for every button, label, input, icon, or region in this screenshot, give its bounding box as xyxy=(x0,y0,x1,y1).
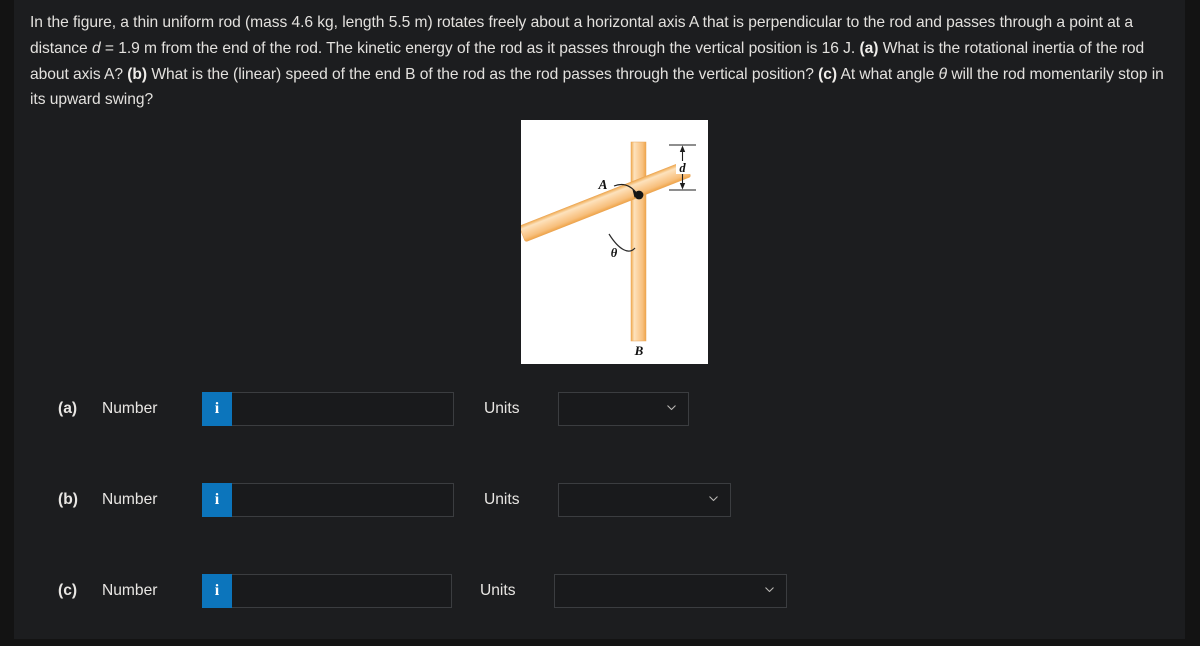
problem-line-4-b: At what angle xyxy=(837,65,939,83)
part-marker-c: (c) xyxy=(818,65,838,83)
rod-vertical xyxy=(630,141,647,342)
answer-row-b: (b) Number i Units xyxy=(14,480,731,520)
number-input-group-b: i xyxy=(202,483,454,517)
part-marker-b: (b) xyxy=(127,65,148,83)
label-end-B: B xyxy=(634,343,644,358)
number-input-group-a: i xyxy=(202,392,454,426)
info-icon[interactable]: i xyxy=(202,483,232,517)
problem-line-3-c: What is the (linear) speed of the end B … xyxy=(147,65,559,83)
answer-row-a: (a) Number i Units xyxy=(14,389,689,429)
answer-row-c: (c) Number i Units xyxy=(14,571,787,611)
label-axis-A: A xyxy=(597,177,607,192)
problem-line-4-a: passes through the vertical position? xyxy=(562,65,819,83)
number-label-b: Number xyxy=(102,491,158,508)
problem-line-1: In the figure, a thin uniform rod (mass … xyxy=(30,14,942,31)
chevron-down-icon xyxy=(708,493,719,504)
number-input-a[interactable] xyxy=(232,392,454,426)
number-input-b[interactable] xyxy=(232,483,454,517)
label-distance-d: d xyxy=(679,161,686,175)
problem-line-2-b: = 1.9 m from the end of the rod. The kin… xyxy=(100,39,745,57)
part-label-a: (a) xyxy=(58,400,78,417)
info-icon[interactable]: i xyxy=(202,392,232,426)
figure-diagram: A θ B d xyxy=(521,120,708,364)
units-label-c: Units xyxy=(480,582,516,599)
label-angle-theta: θ xyxy=(611,246,618,260)
info-icon[interactable]: i xyxy=(202,574,232,608)
chevron-down-icon xyxy=(666,402,677,413)
variable-theta: θ xyxy=(938,65,948,83)
problem-line-3-a: position is 16 J. xyxy=(748,39,860,57)
figure-rotating-rod: A θ B d xyxy=(521,120,708,364)
part-label-c: (c) xyxy=(58,582,78,599)
part-marker-a: (a) xyxy=(859,39,879,57)
units-label-b: Units xyxy=(484,491,520,508)
number-label-c: Number xyxy=(102,582,158,599)
units-select-a[interactable] xyxy=(558,392,689,426)
number-input-c[interactable] xyxy=(232,574,452,608)
content-area: In the figure, a thin uniform rod (mass … xyxy=(14,0,1185,639)
part-label-b: (b) xyxy=(58,491,78,508)
variable-d: d xyxy=(91,39,101,57)
number-input-group-c: i xyxy=(202,574,452,608)
page-root: In the figure, a thin uniform rod (mass … xyxy=(0,0,1200,646)
number-label-a: Number xyxy=(102,400,158,417)
units-select-b[interactable] xyxy=(558,483,731,517)
units-label-a: Units xyxy=(484,400,520,417)
chevron-down-icon xyxy=(764,584,775,595)
units-select-c[interactable] xyxy=(554,574,787,608)
problem-statement: In the figure, a thin uniform rod (mass … xyxy=(30,10,1170,113)
